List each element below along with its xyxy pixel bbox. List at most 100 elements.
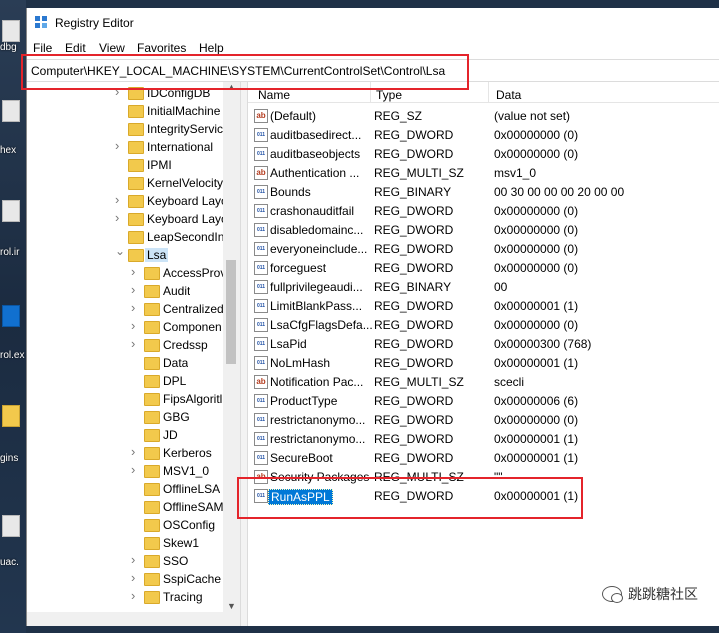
collapsed-chevron-icon[interactable]: ›	[115, 138, 123, 153]
scroll-up-arrow-icon[interactable]: ▲	[227, 82, 236, 92]
tree-item[interactable]: IntegrityServic	[27, 120, 223, 138]
key-tree-pane[interactable]: › IDConfigDB InitialMachine IntegrityServic…	[27, 82, 239, 626]
tree-item[interactable]: LeapSecondIn	[27, 228, 223, 246]
tree-horizontal-scrollbar[interactable]	[27, 612, 240, 626]
column-divider[interactable]	[370, 82, 371, 102]
registry-value-row[interactable]: 011 disabledomainc... REG_DWORD 0x00000000 …	[248, 220, 719, 239]
registry-value-row[interactable]: 011 restrictanonymo... REG_DWORD 0x00000000…	[248, 410, 719, 429]
tree-item-label: IPMI	[147, 158, 172, 172]
registry-value-row[interactable]: 011 forceguest REG_DWORD 0x00000000 (0)	[248, 258, 719, 277]
registry-value-row[interactable]: 011 ProductType REG_DWORD 0x00000006 (6)	[248, 391, 719, 410]
registry-value-row[interactable]: 011 restrictanonymo... REG_DWORD 0x00000001…	[248, 429, 719, 448]
registry-value-row[interactable]: 011 everyoneinclude... REG_DWORD 0x00000000…	[248, 239, 719, 258]
collapsed-chevron-icon[interactable]: ›	[131, 318, 139, 333]
tree-item[interactable]: › SSO	[27, 552, 223, 570]
tree-item[interactable]: OfflineLSA	[27, 480, 223, 498]
desktop-shortcut-label: rol.ir	[0, 247, 20, 258]
value-data: 00 30 00 00 00 20 00 00	[494, 185, 625, 199]
collapsed-chevron-icon[interactable]: ›	[131, 552, 139, 567]
menu-file[interactable]: File	[33, 41, 52, 55]
column-header-data[interactable]: Data	[496, 88, 521, 102]
string-value-icon: ab	[254, 166, 268, 180]
folder-icon	[144, 411, 160, 424]
collapsed-chevron-icon[interactable]: ›	[131, 264, 139, 279]
registry-value-row[interactable]: ab Security Packages REG_MULTI_SZ ""	[248, 467, 719, 486]
address-bar[interactable]: Computer\HKEY_LOCAL_MACHINE\SYSTEM\Curre…	[27, 59, 719, 82]
registry-value-row[interactable]: 011 auditbaseobjects REG_DWORD 0x00000000 (…	[248, 144, 719, 163]
tree-item[interactable]: IPMI	[27, 156, 223, 174]
collapsed-chevron-icon[interactable]: ›	[115, 192, 123, 207]
menu-view[interactable]: View	[99, 41, 125, 55]
tree-item[interactable]: › Kerberos	[27, 444, 223, 462]
registry-value-row[interactable]: 011 RunAsPPL REG_DWORD 0x00000001 (1)	[248, 486, 719, 505]
registry-value-row[interactable]: 011 crashonauditfail REG_DWORD 0x00000000 (…	[248, 201, 719, 220]
pane-splitter[interactable]	[240, 82, 248, 626]
collapsed-chevron-icon[interactable]: ›	[131, 282, 139, 297]
menu-help[interactable]: Help	[199, 41, 224, 55]
registry-value-row[interactable]: 011 LimitBlankPass... REG_DWORD 0x00000001 …	[248, 296, 719, 315]
collapsed-chevron-icon[interactable]: ›	[131, 300, 139, 315]
expanded-chevron-icon[interactable]: ⌄	[115, 244, 125, 258]
tree-item[interactable]: OfflineSAM	[27, 498, 223, 516]
values-list-pane[interactable]: Name Type Data ab (Default) REG_SZ (value n…	[248, 82, 719, 626]
tree-item[interactable]: › Keyboard Layo	[27, 210, 223, 228]
value-name: LsaCfgFlagsDefa...	[270, 318, 373, 332]
string-value-icon: ab	[254, 109, 268, 123]
registry-value-row[interactable]: 011 LsaPid REG_DWORD 0x00000300 (768)	[248, 334, 719, 353]
registry-value-row[interactable]: ab Notification Pac... REG_MULTI_SZ scecli	[248, 372, 719, 391]
title-bar[interactable]: Registry Editor	[27, 8, 719, 38]
tree-item[interactable]: › Keyboard Layo	[27, 192, 223, 210]
tree-item[interactable]: ⌄ Lsa	[27, 244, 223, 264]
registry-value-row[interactable]: ab (Default) REG_SZ (value not set)	[248, 106, 719, 125]
collapsed-chevron-icon[interactable]: ›	[131, 444, 139, 459]
registry-value-row[interactable]: 011 LsaCfgFlagsDefa... REG_DWORD 0x00000000…	[248, 315, 719, 334]
column-divider[interactable]	[488, 82, 489, 102]
tree-item[interactable]: InitialMachine	[27, 102, 223, 120]
collapsed-chevron-icon[interactable]: ›	[115, 210, 123, 225]
binary-value-icon: 011	[254, 413, 268, 427]
tree-item[interactable]: › Centralized	[27, 300, 223, 318]
collapsed-chevron-icon[interactable]: ›	[131, 588, 139, 603]
registry-value-row[interactable]: 011 SecureBoot REG_DWORD 0x00000001 (1)	[248, 448, 719, 467]
folder-icon	[144, 591, 160, 604]
registry-value-row[interactable]: 011 fullprivilegeaudi... REG_BINARY 00	[248, 277, 719, 296]
tree-item[interactable]: DPL	[27, 372, 223, 390]
tree-item[interactable]: › International	[27, 138, 223, 156]
tree-item-label: FipsAlgoritl	[163, 392, 223, 406]
tree-item[interactable]: › Audit	[27, 282, 223, 300]
column-header-type[interactable]: Type	[376, 88, 402, 102]
registry-value-row[interactable]: 011 NoLmHash REG_DWORD 0x00000001 (1)	[248, 353, 719, 372]
registry-value-row[interactable]: ab Authentication ... REG_MULTI_SZ msv1_0	[248, 163, 719, 182]
collapsed-chevron-icon[interactable]: ›	[115, 84, 123, 99]
tree-item[interactable]: › IDConfigDB	[27, 84, 223, 102]
tree-item[interactable]: KernelVelocity	[27, 174, 223, 192]
tree-item[interactable]: Data	[27, 354, 223, 372]
scroll-down-arrow-icon[interactable]: ▼	[227, 601, 236, 611]
tree-vertical-scrollbar[interactable]: ▲ ▼	[223, 82, 240, 617]
tree-item-label: InitialMachine	[147, 104, 221, 118]
menu-favorites[interactable]: Favorites	[137, 41, 186, 55]
registry-value-row[interactable]: 011 Bounds REG_BINARY 00 30 00 00 00 20 00 …	[248, 182, 719, 201]
binary-value-icon: 011	[254, 242, 268, 256]
tree-item[interactable]: › AccessProv	[27, 264, 223, 282]
menu-edit[interactable]: Edit	[65, 41, 86, 55]
collapsed-chevron-icon[interactable]: ›	[131, 336, 139, 351]
tree-item[interactable]: JD	[27, 426, 223, 444]
tree-scrollbar-thumb[interactable]	[226, 260, 236, 364]
registry-value-row[interactable]: 011 auditbasedirect... REG_DWORD 0x00000000…	[248, 125, 719, 144]
tree-item[interactable]: Skew1	[27, 534, 223, 552]
tree-item[interactable]: FipsAlgoritl	[27, 390, 223, 408]
tree-item[interactable]: › Tracing	[27, 588, 223, 606]
tree-item[interactable]: OSConfig	[27, 516, 223, 534]
tree-item[interactable]: GBG	[27, 408, 223, 426]
column-header-name[interactable]: Name	[258, 88, 290, 102]
binary-value-icon: 011	[254, 223, 268, 237]
tree-item[interactable]: › SspiCache	[27, 570, 223, 588]
tree-item[interactable]: › MSV1_0	[27, 462, 223, 480]
desktop-shortcut-label: hex	[0, 145, 17, 156]
collapsed-chevron-icon[interactable]: ›	[131, 570, 139, 585]
tree-item[interactable]: › Componen	[27, 318, 223, 336]
tree-item[interactable]: › Credssp	[27, 336, 223, 354]
address-path[interactable]: Computer\HKEY_LOCAL_MACHINE\SYSTEM\Curre…	[31, 64, 445, 78]
collapsed-chevron-icon[interactable]: ›	[131, 462, 139, 477]
